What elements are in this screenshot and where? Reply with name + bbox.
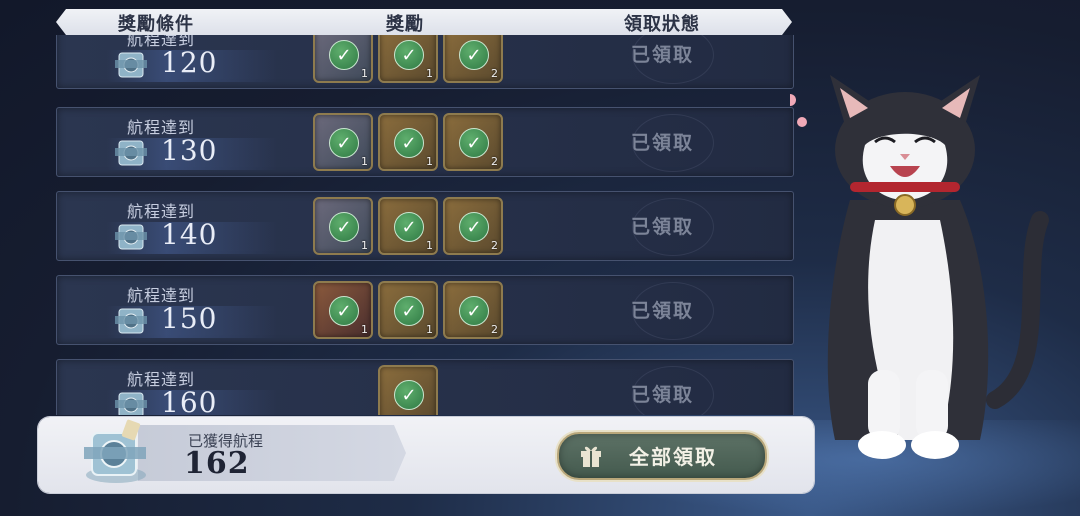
earned-distance-box (138, 425, 406, 481)
reward-slot[interactable]: ✓ 1 (378, 35, 438, 83)
reward-quantity: 2 (491, 323, 498, 336)
reward-slot[interactable]: ✓ 1 (313, 35, 373, 83)
claim-status: 已領取 (631, 216, 695, 238)
reward-quantity: 1 (426, 323, 433, 336)
footer-panel: 已獲得航程 162 全部領取 (38, 417, 814, 493)
check-icon: ✓ (459, 296, 489, 326)
reward-slot[interactable]: ✓ 2 (443, 35, 503, 83)
reward-quantity: 1 (426, 155, 433, 168)
header-reward: 獎勵 (386, 14, 424, 35)
check-icon: ✓ (459, 40, 489, 70)
reward-slot[interactable]: ✓ 1 (378, 113, 438, 171)
gift-icon (581, 446, 601, 467)
film-reel-icon (84, 419, 146, 483)
claim-status: 已領取 (631, 44, 695, 66)
film-reel-icon (115, 140, 147, 166)
reward-table-header: 獎勵條件 獎勵 領取狀態 (56, 9, 792, 35)
condition-value: 130 (161, 134, 218, 167)
check-icon: ✓ (329, 128, 359, 158)
reward-quantity: 1 (361, 155, 368, 168)
reward-quantity: 2 (491, 239, 498, 252)
claim-status: 已領取 (631, 384, 695, 406)
reward-quantity: 1 (361, 67, 368, 80)
claim-status: 已領取 (631, 300, 695, 322)
film-reel-icon (115, 52, 147, 78)
reward-slot[interactable]: ✓ 1 (378, 197, 438, 255)
reward-slot[interactable]: ✓ (378, 365, 438, 415)
condition-value: 140 (161, 218, 218, 251)
reward-quantity: 1 (426, 67, 433, 80)
header-status: 領取狀態 (624, 14, 700, 35)
check-icon: ✓ (329, 40, 359, 70)
condition-value: 120 (161, 46, 218, 79)
reward-quantity: 2 (491, 67, 498, 80)
reward-list[interactable]: 航程達到 120 ✓ 1 ✓ 1 ✓ 2 已領取 航程達到 130 ✓ 1 ✓ … (56, 35, 794, 415)
reward-slot[interactable]: ✓ 1 (313, 197, 373, 255)
reward-row: 航程達到 150 ✓ 1 ✓ 1 ✓ 2 已領取 (56, 275, 794, 345)
reward-slot[interactable]: ✓ 2 (443, 197, 503, 255)
check-icon: ✓ (459, 212, 489, 242)
reward-quantity: 1 (361, 323, 368, 336)
cat-mascot (790, 75, 1049, 459)
check-icon: ✓ (329, 296, 359, 326)
claim-all-label: 全部領取 (629, 445, 717, 469)
claim-all-button[interactable]: 全部領取 (557, 432, 767, 480)
reward-row: 航程達到 120 ✓ 1 ✓ 1 ✓ 2 已領取 (56, 35, 794, 89)
check-icon: ✓ (394, 212, 424, 242)
header-condition: 獎勵條件 (118, 14, 194, 35)
reward-quantity: 1 (361, 239, 368, 252)
reward-slot[interactable]: ✓ 1 (313, 281, 373, 339)
reward-row: 航程達到 130 ✓ 1 ✓ 1 ✓ 2 已領取 (56, 107, 794, 177)
reward-slot[interactable]: ✓ 1 (313, 113, 373, 171)
check-icon: ✓ (394, 380, 424, 410)
condition-value: 160 (161, 386, 218, 415)
earned-distance-value: 162 (184, 446, 250, 481)
film-reel-icon (115, 392, 147, 415)
film-reel-icon (115, 224, 147, 250)
check-icon: ✓ (394, 128, 424, 158)
check-icon: ✓ (394, 296, 424, 326)
condition-value: 150 (161, 302, 218, 335)
reward-row: 航程達到 140 ✓ 1 ✓ 1 ✓ 2 已領取 (56, 191, 794, 261)
claim-status: 已領取 (631, 132, 695, 154)
reward-slot[interactable]: ✓ 2 (443, 281, 503, 339)
film-reel-icon (115, 308, 147, 334)
reward-row: 航程達到 160 ✓ 已領取 (56, 359, 794, 415)
reward-slot[interactable]: ✓ 2 (443, 113, 503, 171)
reward-quantity: 1 (426, 239, 433, 252)
check-icon: ✓ (329, 212, 359, 242)
check-icon: ✓ (394, 40, 424, 70)
check-icon: ✓ (459, 128, 489, 158)
event-reward-screen: 獎勵條件 獎勵 領取狀態 航程達到 120 ✓ 1 ✓ 1 ✓ 2 已領取 航程… (0, 0, 1080, 516)
reward-slot[interactable]: ✓ 1 (378, 281, 438, 339)
reward-quantity: 2 (491, 155, 498, 168)
